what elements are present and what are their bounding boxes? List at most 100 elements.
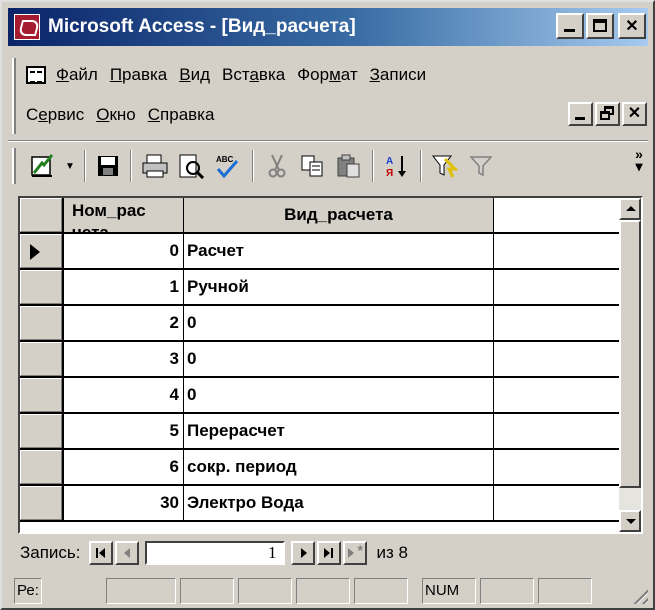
last-record-icon [323,548,330,558]
column-header-vid-rascheta[interactable]: Вид_расчета [184,198,494,234]
resize-grip[interactable] [630,586,648,604]
cell-nom-ras[interactable]: 1 [64,270,184,306]
svg-text:Я: Я [386,168,393,179]
record-selector[interactable] [20,414,64,450]
record-selector[interactable] [20,234,64,270]
record-label: Запись: [20,543,81,562]
toolbar-overflow-button[interactable]: » ▾ [631,147,647,174]
cell-vid-rascheta[interactable]: сокр. период [184,450,494,486]
status-panel [538,578,592,604]
menubar-grip[interactable] [12,58,16,134]
close-icon: ✕ [627,105,642,122]
chevron-down-icon: ▾ [635,158,643,174]
row2-2[interactable]: Справка [148,105,215,125]
copy-button[interactable] [296,150,330,182]
previous-record-button[interactable] [114,541,139,565]
doc-restore-button[interactable] [595,102,620,126]
cut-icon [268,154,286,178]
record-selector[interactable] [20,450,64,486]
next-record-icon [300,548,307,558]
table-row: 20 [20,306,622,342]
cell-vid-rascheta[interactable]: 0 [184,342,494,378]
record-selector[interactable] [20,378,64,414]
close-button[interactable]: ✕ [618,13,646,39]
scroll-thumb[interactable] [619,220,641,488]
record-selector[interactable] [20,342,64,378]
divider [8,140,648,142]
row1-5[interactable]: Записи [370,65,426,85]
vertical-scrollbar[interactable] [619,198,641,532]
title-bar[interactable]: Microsoft Access - [Вид_расчета] ✕ [8,8,648,46]
chevron-down-icon: ▼ [65,160,75,172]
cell-nom-ras[interactable]: 0 [64,234,184,270]
next-record-button[interactable] [290,541,315,565]
toolbar-grip[interactable] [12,148,16,184]
access-app-icon[interactable] [14,14,40,40]
row1-1[interactable]: Правка [110,65,167,85]
row1-4[interactable]: Формат [297,65,357,85]
record-selector[interactable] [20,306,64,342]
table-row: 6 сокр. период [20,450,622,486]
print-icon [142,154,168,178]
status-panel [106,578,176,604]
cell-vid-rascheta[interactable]: Ручной [184,270,494,306]
row1-2[interactable]: Вид [179,65,210,85]
last-record-button[interactable] [316,541,341,565]
design-view-button[interactable] [26,150,60,182]
scroll-up-button[interactable] [619,198,641,220]
new-record-button[interactable]: * [342,541,367,565]
status-panel [296,578,350,604]
cell-nom-ras[interactable]: 6 [64,450,184,486]
num-lock-indicator: NUM [422,578,476,604]
print-preview-button[interactable] [174,150,208,182]
record-selector[interactable] [20,486,64,522]
cell-vid-rascheta[interactable]: Электро Вода [184,486,494,522]
toolbar: ▼ ABC А Я » ▾ [12,144,647,188]
maximize-icon [593,19,607,32]
cell-nom-ras[interactable]: 2 [64,306,184,342]
filter-button[interactable] [464,150,498,182]
cut-button[interactable] [260,150,294,182]
cell-nom-ras[interactable]: 4 [64,378,184,414]
spelling-button[interactable]: ABC [210,150,244,182]
row2-1[interactable]: Окно [96,105,136,125]
status-panel [238,578,292,604]
cell-vid-rascheta[interactable]: Перерасчет [184,414,494,450]
save-button[interactable] [92,150,124,182]
minimize-button[interactable] [556,13,584,39]
filter-by-selection-button[interactable] [428,150,462,182]
maximize-button[interactable] [586,13,614,39]
first-record-button[interactable] [88,541,113,565]
column-header-nom-ras[interactable]: Ном_рас чета [64,198,184,234]
scroll-down-button[interactable] [619,510,641,532]
doc-minimize-button[interactable] [568,102,593,126]
print-button[interactable] [138,150,172,182]
row2-0[interactable]: Сервис [26,105,84,125]
document-window-icon[interactable] [26,66,46,84]
cell-nom-ras[interactable]: 30 [64,486,184,522]
doc-close-button[interactable]: ✕ [622,102,647,126]
empty-cell [494,378,622,414]
paste-button[interactable] [332,150,366,182]
minimize-icon [575,117,585,120]
window-title: Microsoft Access - [Вид_расчета] [48,16,356,37]
record-count: из 8 [376,543,408,562]
view-dropdown-arrow[interactable]: ▼ [62,150,78,182]
record-selector[interactable] [20,270,64,306]
select-all-corner[interactable] [20,198,64,234]
row1-0[interactable]: Файл [56,65,98,85]
cell-nom-ras[interactable]: 5 [64,414,184,450]
cell-vid-rascheta[interactable]: Расчет [184,234,494,270]
close-icon: ✕ [625,18,639,35]
current-record-field[interactable]: 1 [144,541,285,565]
cell-vid-rascheta[interactable]: 0 [184,306,494,342]
header-row: Ном_рас чета Вид_расчета [20,198,622,234]
spelling-icon: ABC [216,155,239,179]
cell-vid-rascheta[interactable]: 0 [184,378,494,414]
sort-ascending-button[interactable]: А Я [380,150,414,182]
menu-bar: Файл Правка Вид Вставка Формат Записи Сервис О… [12,54,647,138]
empty-column-area [494,198,622,234]
cell-nom-ras[interactable]: 3 [64,342,184,378]
row1-3[interactable]: Вставка [222,65,285,85]
table-row: 5 Перерасчет [20,414,622,450]
